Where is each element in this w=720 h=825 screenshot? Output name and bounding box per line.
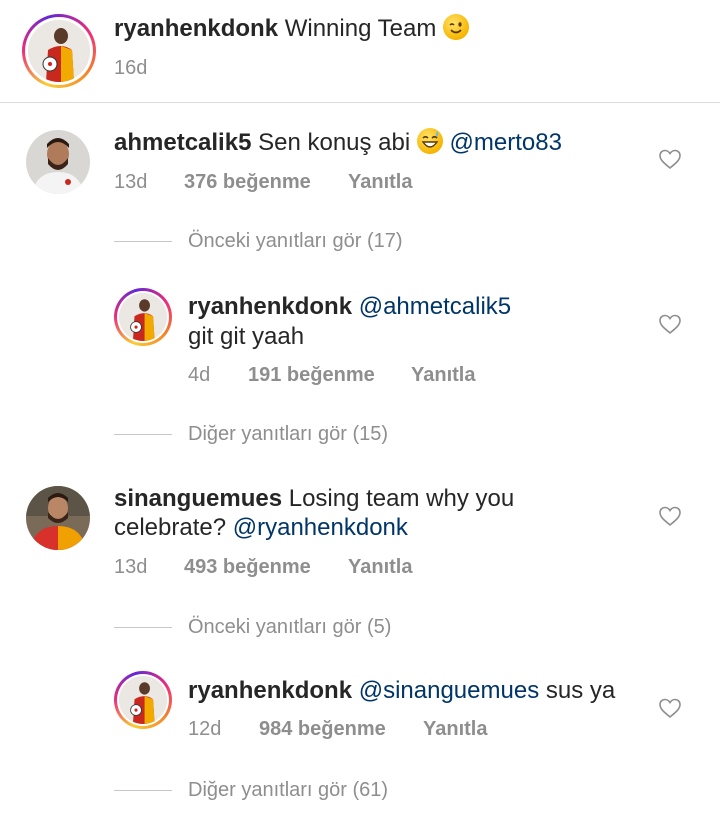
reply-button[interactable]: Yanıtla <box>348 171 412 194</box>
view-more-replies-label: Diğer yanıtları gör (61) <box>188 779 389 801</box>
player-photo-icon <box>26 130 90 194</box>
comment-text-line: ahmetcalik5 Sen konuş abi @merto83 <box>114 128 562 158</box>
reply-text: sus ya <box>545 677 616 704</box>
reply-mention[interactable]: @sinanguemues <box>359 677 539 704</box>
reply-username[interactable]: ryanhenkdonk <box>188 293 352 320</box>
reply-likes[interactable]: 984 beğenme <box>259 718 423 741</box>
view-more-replies[interactable]: Diğer yanıtları gör (61) <box>114 779 388 802</box>
comment-likes[interactable]: 376 beğenme <box>184 171 348 194</box>
comment-time: 13d <box>114 171 148 193</box>
divider-line <box>114 790 172 791</box>
divider-line <box>114 627 172 628</box>
comment-username[interactable]: ahmetcalik5 <box>114 129 251 156</box>
heart-icon[interactable] <box>658 148 682 170</box>
comment-time: 13d <box>114 556 148 578</box>
comment-text: celebrate? <box>114 514 227 541</box>
reply-meta: 12d 984 beğenme Yanıtla <box>188 718 487 741</box>
view-previous-replies[interactable]: Önceki yanıtları gör (17) <box>114 230 403 253</box>
comment-avatar[interactable] <box>26 130 90 194</box>
comment-username[interactable]: sinanguemues <box>114 485 282 512</box>
grinning-sweat-emoji <box>416 128 443 154</box>
comment-text: Sen konuş abi <box>258 129 411 156</box>
comment-text-line: celebrate? @ryanhenkdonk <box>114 513 408 543</box>
comment-mention[interactable]: @ryanhenkdonk <box>233 514 408 541</box>
view-more-replies-label: Diğer yanıtları gör (15) <box>188 423 389 445</box>
reply-button[interactable]: Yanıtla <box>411 364 475 387</box>
reply-avatar[interactable] <box>114 671 172 729</box>
caption-text-line: ryanhenkdonk Winning Team <box>114 14 470 44</box>
reply-likes[interactable]: 191 beğenme <box>248 364 411 387</box>
reply-time: 4d <box>188 364 211 386</box>
reply-time: 12d <box>188 718 222 740</box>
caption-username[interactable]: ryanhenkdonk <box>114 15 278 42</box>
reply-username[interactable]: ryanhenkdonk <box>188 677 352 704</box>
reply-button[interactable]: Yanıtla <box>423 718 487 741</box>
comment-likes[interactable]: 493 beğenme <box>184 556 348 579</box>
comment-text-line: sinanguemues Losing team why you <box>114 484 514 514</box>
reply-button[interactable]: Yanıtla <box>348 556 412 579</box>
divider-line <box>114 434 172 435</box>
heart-icon[interactable] <box>658 697 682 719</box>
comment-text: Losing team why you <box>288 485 515 512</box>
reply-text-line: ryanhenkdonk @ahmetcalik5 <box>188 292 511 322</box>
comment-meta: 13d 376 beğenme Yanıtla <box>114 171 412 194</box>
caption-meta: 16d <box>114 57 147 80</box>
player-photo-icon <box>28 20 90 82</box>
divider-line <box>114 241 172 242</box>
reply-mention[interactable]: @ahmetcalik5 <box>359 293 511 320</box>
heart-icon[interactable] <box>658 505 682 527</box>
comment-mention[interactable]: @merto83 <box>450 129 562 156</box>
reply-meta: 4d 191 beğenme Yanıtla <box>188 364 475 387</box>
reply-text: git git yaah <box>188 323 305 350</box>
view-previous-replies-label: Önceki yanıtları gör (17) <box>188 230 403 252</box>
post-caption: ryanhenkdonk Winning Team 16d <box>0 0 720 103</box>
view-more-replies[interactable]: Diğer yanıtları gör (15) <box>114 423 388 446</box>
heart-icon[interactable] <box>658 313 682 335</box>
reply-text-line: ryanhenkdonk @sinanguemues sus ya <box>188 676 615 706</box>
player-photo-icon <box>119 676 167 724</box>
view-previous-replies-label: Önceki yanıtları gör (5) <box>188 616 392 638</box>
view-previous-replies[interactable]: Önceki yanıtları gör (5) <box>114 616 391 639</box>
player-photo-icon <box>119 293 167 341</box>
comment-meta: 13d 493 beğenme Yanıtla <box>114 556 412 579</box>
comment-avatar[interactable] <box>26 486 90 550</box>
winking-face-emoji <box>443 14 470 40</box>
caption-time: 16d <box>114 57 148 79</box>
caption-avatar[interactable] <box>22 14 96 88</box>
caption-text: Winning Team <box>284 15 437 42</box>
player-photo-icon <box>26 486 90 550</box>
reply-avatar[interactable] <box>114 288 172 346</box>
